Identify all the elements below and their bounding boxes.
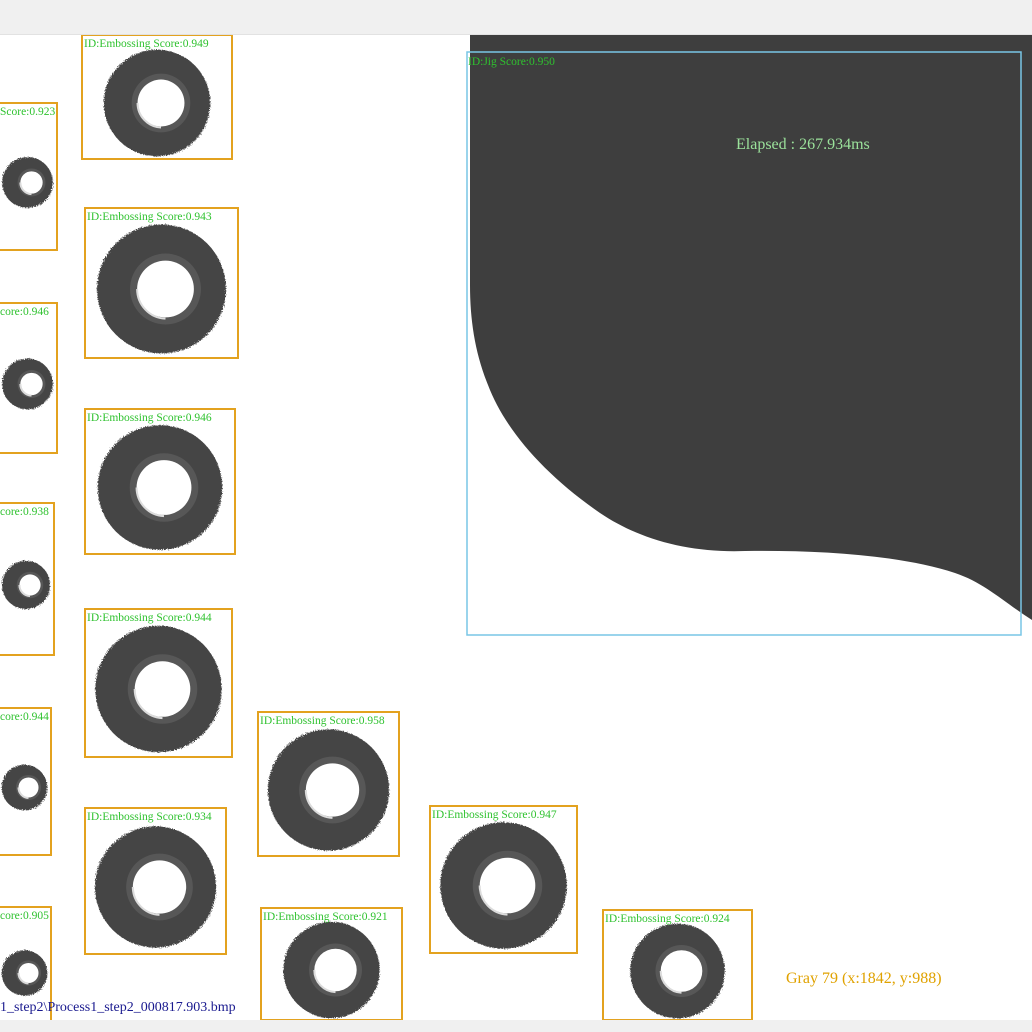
embossing-ring <box>1 560 51 610</box>
detection-label: ID:Embossing Score:0.924 <box>605 913 730 925</box>
embossing-ring <box>267 729 390 851</box>
embossing-ring <box>440 822 567 949</box>
embossing-ring <box>95 625 222 753</box>
detection-label: core:0.905 <box>0 910 49 922</box>
detection-label: core:0.946 <box>0 306 49 318</box>
jig-label: ID:Jig Score:0.950 <box>468 56 555 68</box>
detection-label: Score:0.923 <box>0 106 56 118</box>
embossing-ring <box>94 826 217 948</box>
horizontal-scrollbar[interactable] <box>0 1020 1032 1032</box>
detection-label: ID:Embossing Score:0.921 <box>263 911 388 923</box>
embossing-ring <box>103 49 211 157</box>
embossing-ring <box>2 358 53 410</box>
detection-label: ID:Embossing Score:0.949 <box>84 38 209 50</box>
inspection-image: ID:Embossing Score:0.949 Score:0.923 ID:Em… <box>0 35 1032 1020</box>
detection-label: ID:Embossing Score:0.946 <box>87 412 212 424</box>
detection-label: ID:Embossing Score:0.944 <box>87 612 212 624</box>
detection-label: ID:Embossing Score:0.958 <box>260 715 385 727</box>
detection-label: ID:Embossing Score:0.947 <box>432 809 557 821</box>
embossing-ring <box>1 950 48 996</box>
jig-part <box>470 35 1032 620</box>
detection-label: core:0.944 <box>0 711 49 723</box>
file-path-text: 1_step2\Process1_step2_000817.903.bmp <box>0 1000 236 1015</box>
top-toolbar <box>0 0 1032 35</box>
embossing-ring <box>97 425 223 550</box>
embossing-ring <box>1 764 48 811</box>
embossing-ring <box>97 224 226 354</box>
embossing-ring <box>2 157 53 208</box>
detection-label: ID:Embossing Score:0.943 <box>87 211 212 223</box>
embossing-ring <box>630 923 725 1019</box>
pixel-info-readout: Gray 79 (x:1842, y:988) <box>786 970 942 987</box>
detection-label: core:0.938 <box>0 506 49 518</box>
image-viewport[interactable]: ID:Embossing Score:0.949 Score:0.923 ID:Em… <box>0 35 1032 1020</box>
embossing-ring <box>283 921 380 1019</box>
elapsed-time-text: Elapsed : 267.934ms <box>736 136 870 153</box>
detection-label: ID:Embossing Score:0.934 <box>87 811 212 823</box>
